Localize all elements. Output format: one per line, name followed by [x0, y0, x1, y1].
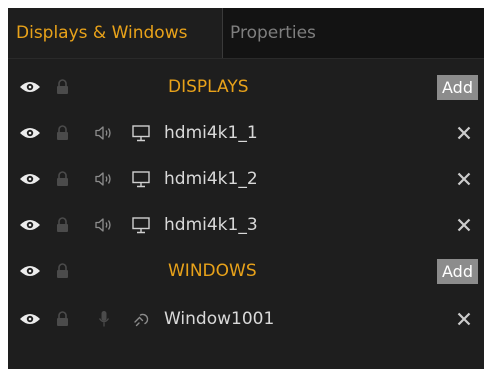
speaker-icon[interactable]	[92, 110, 116, 156]
lock-icon[interactable]	[52, 248, 72, 294]
window-name: Window1001	[164, 309, 275, 329]
tab-bar: Displays & Windows Properties	[8, 8, 484, 59]
monitor-icon	[128, 156, 154, 202]
close-icon[interactable]	[454, 156, 474, 202]
tab-properties[interactable]: Properties	[230, 8, 316, 58]
display-name: hdmi4k1_1	[164, 123, 258, 143]
display-row[interactable]: hdmi4k1_2	[8, 156, 484, 202]
add-display-button[interactable]: Add	[437, 75, 478, 100]
displays-section-header: DISPLAYS Add	[8, 64, 484, 110]
display-name: hdmi4k1_2	[164, 169, 258, 189]
display-row[interactable]: hdmi4k1_3	[8, 202, 484, 248]
monitor-icon	[128, 202, 154, 248]
display-name: hdmi4k1_3	[164, 215, 258, 235]
lock-icon[interactable]	[52, 202, 72, 248]
lock-icon[interactable]	[52, 296, 72, 342]
lock-icon[interactable]	[52, 110, 72, 156]
eye-icon[interactable]	[16, 296, 44, 342]
eye-icon[interactable]	[16, 156, 44, 202]
displays-windows-panel: Displays & Windows Properties DISPLAYS A…	[8, 8, 484, 369]
tab-displays-windows[interactable]: Displays & Windows	[8, 8, 223, 58]
close-icon[interactable]	[454, 110, 474, 156]
displays-section-title: DISPLAYS	[168, 77, 249, 97]
eye-icon[interactable]	[16, 248, 44, 294]
windows-section-header: WINDOWS Add	[8, 248, 484, 294]
speaker-icon[interactable]	[92, 156, 116, 202]
monitor-icon	[128, 110, 154, 156]
eye-icon[interactable]	[16, 202, 44, 248]
windows-section-title: WINDOWS	[168, 261, 257, 281]
lock-icon[interactable]	[52, 64, 72, 110]
close-icon[interactable]	[454, 202, 474, 248]
speaker-icon[interactable]	[92, 202, 116, 248]
eye-icon[interactable]	[16, 64, 44, 110]
close-icon[interactable]	[454, 296, 474, 342]
window-row[interactable]: Window1001	[8, 296, 484, 342]
display-row[interactable]: hdmi4k1_1	[8, 110, 484, 156]
add-window-button[interactable]: Add	[437, 259, 478, 284]
eye-icon[interactable]	[16, 110, 44, 156]
window-source-icon	[128, 296, 154, 342]
microphone-icon[interactable]	[92, 296, 116, 342]
lock-icon[interactable]	[52, 156, 72, 202]
